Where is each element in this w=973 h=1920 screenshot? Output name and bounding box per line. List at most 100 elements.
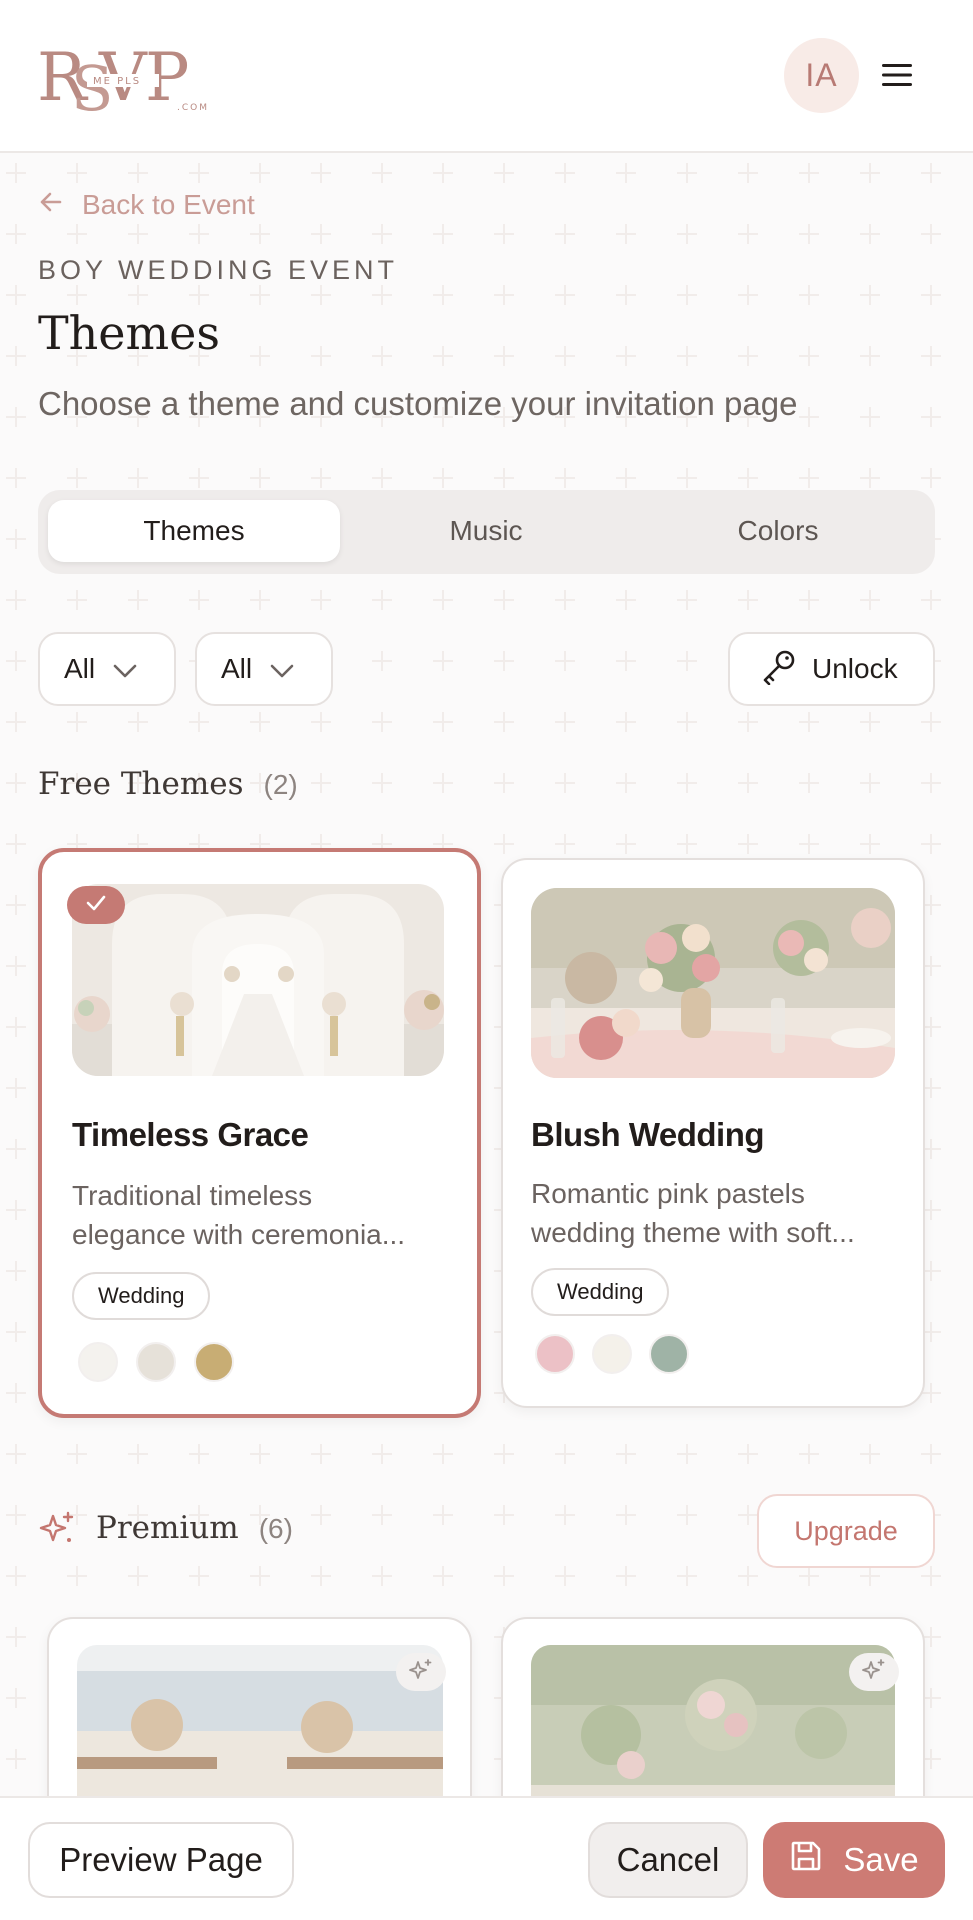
pattern-plus-mark xyxy=(433,1505,453,1525)
pattern-plus-mark xyxy=(738,834,758,854)
pattern-plus-mark xyxy=(67,1444,87,1464)
section-title: Premium xyxy=(96,1510,239,1546)
pattern-plus-mark xyxy=(860,1566,880,1586)
pattern-plus-mark xyxy=(67,285,87,305)
pattern-plus-mark xyxy=(189,590,209,610)
pattern-plus-mark xyxy=(799,834,819,854)
pattern-plus-mark xyxy=(6,1017,26,1037)
pattern-plus-mark xyxy=(372,590,392,610)
pattern-plus-mark xyxy=(433,1444,453,1464)
pattern-plus-mark xyxy=(921,163,941,183)
check-icon xyxy=(85,894,107,917)
sparkles-icon xyxy=(862,1658,886,1687)
pattern-plus-mark xyxy=(433,163,453,183)
pattern-plus-mark xyxy=(6,1261,26,1281)
pattern-plus-mark xyxy=(372,712,392,732)
pattern-plus-mark xyxy=(738,346,758,366)
event-eyebrow: BOY WEDDING EVENT xyxy=(38,255,399,285)
pattern-plus-mark xyxy=(67,224,87,244)
pattern-plus-mark xyxy=(6,1444,26,1464)
category-filter-select[interactable]: All xyxy=(38,632,176,706)
color-swatch xyxy=(194,1342,234,1382)
pattern-plus-mark xyxy=(616,163,636,183)
pattern-plus-mark xyxy=(799,712,819,732)
pattern-plus-mark xyxy=(616,224,636,244)
pattern-plus-mark xyxy=(6,163,26,183)
selected-badge xyxy=(67,886,125,924)
save-button[interactable]: Save xyxy=(763,1822,945,1898)
pattern-plus-mark xyxy=(616,712,636,732)
chevron-down-icon xyxy=(113,653,137,685)
pattern-plus-mark xyxy=(494,224,514,244)
cancel-button[interactable]: Cancel xyxy=(588,1822,748,1898)
pattern-plus-mark xyxy=(372,285,392,305)
pattern-plus-mark xyxy=(128,224,148,244)
section-count: (2) xyxy=(263,769,298,800)
pattern-plus-mark xyxy=(433,651,453,671)
pattern-plus-mark xyxy=(616,346,636,366)
pattern-plus-mark xyxy=(250,468,270,488)
pattern-plus-mark xyxy=(311,1566,331,1586)
color-swatch xyxy=(78,1342,118,1382)
user-avatar[interactable]: IA xyxy=(784,38,859,113)
pattern-plus-mark xyxy=(311,773,331,793)
tab-themes[interactable]: Themes xyxy=(48,500,340,562)
theme-description: Traditional timeless elegance with cerem… xyxy=(72,1176,405,1254)
filter-value: All xyxy=(64,653,96,684)
pattern-plus-mark xyxy=(677,834,697,854)
tab-music[interactable]: Music xyxy=(340,500,632,562)
pattern-plus-mark xyxy=(6,712,26,732)
pattern-plus-mark xyxy=(677,773,697,793)
pattern-plus-mark xyxy=(555,1505,575,1525)
pattern-plus-mark xyxy=(494,1566,514,1586)
pattern-plus-mark xyxy=(860,346,880,366)
tab-colors[interactable]: Colors xyxy=(632,500,924,562)
pattern-plus-mark xyxy=(494,773,514,793)
pattern-plus-mark xyxy=(616,1505,636,1525)
hamburger-icon[interactable] xyxy=(882,60,912,90)
upgrade-button[interactable]: Upgrade xyxy=(757,1494,935,1568)
pattern-plus-mark xyxy=(738,285,758,305)
pattern-plus-mark xyxy=(616,1566,636,1586)
pattern-plus-mark xyxy=(6,285,26,305)
pattern-plus-mark xyxy=(128,1566,148,1586)
preview-page-button[interactable]: Preview Page xyxy=(28,1822,294,1898)
pattern-plus-mark xyxy=(67,468,87,488)
theme-tag: Wedding xyxy=(531,1268,670,1316)
pattern-plus-mark xyxy=(799,163,819,183)
pattern-plus-mark xyxy=(433,1566,453,1586)
pattern-plus-mark xyxy=(616,834,636,854)
pattern-plus-mark xyxy=(311,285,331,305)
style-filter-select[interactable]: All xyxy=(195,632,333,706)
sparkles-icon xyxy=(409,1658,433,1687)
pattern-plus-mark xyxy=(677,1444,697,1464)
page-title: Themes xyxy=(38,306,220,360)
pattern-plus-mark xyxy=(494,651,514,671)
rsvp-logo[interactable]: R S V P ME PLS .COM xyxy=(37,34,217,125)
pattern-plus-mark xyxy=(921,834,941,854)
pattern-plus-mark xyxy=(494,346,514,366)
pattern-plus-mark xyxy=(433,346,453,366)
pattern-plus-mark xyxy=(555,590,575,610)
pattern-plus-mark xyxy=(189,1566,209,1586)
pattern-plus-mark xyxy=(189,468,209,488)
theme-card-timeless-grace[interactable]: Timeless Grace Traditional timeless eleg… xyxy=(38,848,481,1418)
pattern-plus-mark xyxy=(250,224,270,244)
pattern-plus-mark xyxy=(250,1444,270,1464)
unlock-button[interactable]: Unlock xyxy=(728,632,935,706)
chevron-down-icon xyxy=(270,653,294,685)
pattern-plus-mark xyxy=(555,468,575,488)
action-footer: Preview Page Cancel Save xyxy=(0,1796,973,1920)
pattern-plus-mark xyxy=(860,285,880,305)
pattern-plus-mark xyxy=(677,590,697,610)
premium-heading: Premium (6) xyxy=(38,1510,293,1556)
pattern-plus-mark xyxy=(921,285,941,305)
avatar-initials: IA xyxy=(805,57,838,93)
back-to-event-link[interactable]: Back to Event xyxy=(38,186,255,224)
pattern-plus-mark xyxy=(6,773,26,793)
pattern-plus-mark xyxy=(555,834,575,854)
theme-card-blush-wedding[interactable]: Blush Wedding Romantic pink pastels wedd… xyxy=(501,858,925,1408)
pattern-plus-mark xyxy=(860,773,880,793)
pattern-plus-mark xyxy=(616,468,636,488)
pattern-plus-mark xyxy=(799,468,819,488)
